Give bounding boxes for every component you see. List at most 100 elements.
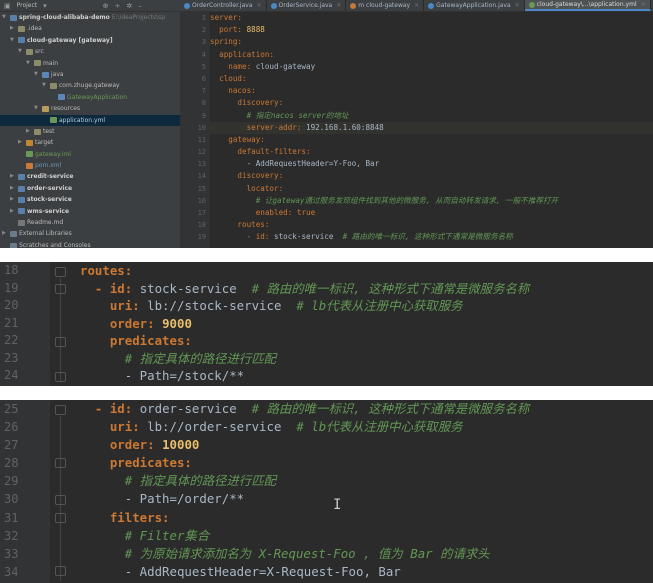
chevron-right-icon[interactable]: ▶ (18, 137, 24, 148)
tree-item[interactable]: ▼ cloud-gateway [gateway] (0, 35, 180, 46)
gear-icon[interactable]: ✲ (126, 2, 132, 10)
fold-marker[interactable] (55, 284, 66, 294)
editor-tab[interactable]: OrderController.java × (180, 0, 267, 11)
code-line[interactable]: gateway: (210, 134, 653, 146)
code-line[interactable]: routes: (80, 262, 653, 280)
code-editor[interactable]: - id: order-service # 路由的唯一标识, 这种形式下通常是微… (80, 400, 653, 581)
close-icon[interactable]: × (257, 2, 262, 9)
code-line[interactable]: predicates: (80, 454, 653, 472)
project-view-selector[interactable]: Project (17, 2, 38, 9)
close-icon[interactable]: × (336, 2, 341, 9)
code-line[interactable]: order: 10000 (80, 436, 653, 454)
tree-item[interactable]: ▼ main (0, 58, 180, 69)
tree-item[interactable]: ▼ resources (0, 103, 180, 114)
chevron-right-icon[interactable]: ▶ (10, 23, 16, 34)
tree-item[interactable]: ▶ target (0, 137, 180, 148)
close-icon[interactable]: × (515, 2, 520, 9)
chevron-down-icon[interactable]: ▼ (26, 58, 32, 69)
fold-marker[interactable] (55, 495, 66, 505)
fold-marker[interactable] (55, 405, 66, 415)
code-line[interactable]: spring: (210, 36, 653, 48)
tree-item[interactable]: ▼ src (0, 46, 180, 57)
code-line[interactable]: # Filter集合 (80, 527, 653, 545)
tree-item[interactable]: ▼ com.zhuge.gateway (0, 80, 180, 91)
tree-item[interactable]: ▶ order-service (0, 183, 180, 194)
tree-item[interactable]: Scratches and Consoles (0, 240, 180, 248)
editor-tab[interactable]: cloud-gateway\...\application.yml × (524, 0, 651, 11)
fold-marker[interactable] (55, 267, 66, 277)
code-line[interactable]: - id: stock-service # 路由的唯一标识, 这种形式下通常是微… (210, 231, 653, 243)
code-line[interactable]: # 指定nacos server的地址 (210, 110, 653, 122)
code-line[interactable]: routes: (210, 219, 653, 231)
code-line[interactable]: name: cloud-gateway (210, 61, 653, 73)
chevron-down-icon[interactable]: ▾ (43, 2, 47, 10)
code-line[interactable]: uri: lb://stock-service # lb代表从注册中心获取服务 (80, 297, 653, 315)
code-line[interactable]: discovery: (210, 97, 653, 109)
code-line[interactable]: uri: lb://order-service # lb代表从注册中心获取服务 (80, 418, 653, 436)
sync-icon[interactable]: ⊕ (103, 2, 109, 10)
code-line[interactable]: discovery: (210, 170, 653, 182)
code-line[interactable]: server-addr: 192.168.1.60:8848 (210, 121, 653, 134)
chevron-down-icon[interactable]: ▼ (2, 12, 8, 23)
code-line[interactable]: - id: order-service # 路由的唯一标识, 这种形式下通常是微… (80, 400, 653, 418)
chevron-down-icon[interactable]: ▼ (34, 69, 40, 80)
tree-item[interactable]: Readme.md (0, 217, 180, 228)
code-line[interactable]: enabled: true (210, 207, 653, 219)
editor-tab[interactable]: m cloud-gateway × (346, 0, 425, 11)
code-editor[interactable]: server: port: 8888 spring: application: n… (210, 12, 653, 248)
close-icon[interactable]: × (641, 1, 646, 8)
fold-marker[interactable] (55, 337, 66, 347)
chevron-right-icon[interactable]: ▶ (10, 183, 16, 194)
chevron-down-icon[interactable]: ▼ (34, 103, 40, 114)
fold-marker[interactable] (55, 458, 66, 468)
code-line[interactable]: default-filters: (210, 146, 653, 158)
code-line[interactable]: - AddRequestHeader=X-Request-Foo, Bar (80, 563, 653, 581)
editor-tab[interactable]: OrderService.java × (267, 0, 347, 11)
fold-marker[interactable] (55, 513, 66, 523)
hide-icon[interactable]: – (138, 2, 142, 10)
tree-item[interactable]: ▶ .idea (0, 23, 180, 34)
code-line[interactable]: cloud: (210, 73, 653, 85)
code-line[interactable]: locator: (210, 183, 653, 195)
chevron-right-icon[interactable]: ▶ (2, 228, 8, 239)
chevron-down-icon[interactable]: ▼ (42, 80, 48, 91)
tree-item[interactable]: ▶ test (0, 126, 180, 137)
chevron-down-icon[interactable]: ▼ (18, 46, 24, 57)
chevron-right-icon[interactable]: ▶ (26, 126, 32, 137)
tree-item[interactable]: ▶ credit-service (0, 171, 180, 182)
code-line[interactable]: filters: (80, 509, 653, 527)
tree-item[interactable]: ▼ spring-cloud-alibaba-demo E:\ideaProjec… (0, 12, 180, 23)
tree-item[interactable]: pom.xml (0, 160, 180, 171)
fold-marker[interactable] (55, 372, 66, 382)
tree-item[interactable]: ▼ java (0, 69, 180, 80)
code-editor[interactable]: routes: - id: stock-service # 路由的唯一标识, 这… (80, 262, 653, 385)
code-line[interactable]: nacos: (210, 85, 653, 97)
code-line[interactable]: # 让gateway通过服务发现组件找到其他的微服务, 从而自动转发请求, 一般… (210, 195, 653, 207)
code-line[interactable]: server: (210, 12, 653, 24)
collapse-icon[interactable]: ÷ (115, 2, 121, 10)
chevron-right-icon[interactable]: ▶ (10, 206, 16, 217)
code-line[interactable]: - id: stock-service # 路由的唯一标识, 这种形式下通常是微… (80, 280, 653, 298)
close-icon[interactable]: × (414, 2, 419, 9)
code-line[interactable]: application: (210, 49, 653, 61)
tree-item[interactable]: GatewayApplication (0, 92, 180, 103)
code-line[interactable]: port: 8888 (210, 24, 653, 36)
code-line[interactable]: - Path=/order/** (80, 490, 653, 508)
code-line[interactable]: - Path=/stock/** (80, 367, 653, 385)
code-line[interactable]: # 指定具体的路径进行匹配 (80, 472, 653, 490)
tree-item[interactable]: application.yml (0, 114, 180, 126)
code-line[interactable]: - AddRequestHeader=Y-Foo, Bar (210, 158, 653, 170)
tree-item[interactable]: ▶ wms-service (0, 206, 180, 217)
chevron-right-icon[interactable]: ▶ (10, 171, 16, 182)
chevron-right-icon[interactable]: ▶ (10, 194, 16, 205)
code-line[interactable]: predicates: (80, 332, 653, 350)
editor-tab[interactable]: GatewayApplication.java × (424, 0, 525, 11)
chevron-down-icon[interactable]: ▼ (10, 35, 16, 46)
code-line[interactable]: # 指定具体的路径进行匹配 (80, 350, 653, 368)
fold-marker[interactable] (55, 566, 66, 576)
tree-item[interactable]: ▶ External Libraries (0, 228, 180, 239)
tree-item[interactable]: ▶ stock-service (0, 194, 180, 205)
tree-item[interactable]: gateway.iml (0, 149, 180, 160)
code-line[interactable]: order: 9000 (80, 315, 653, 333)
code-line[interactable]: # 为原始请求添加名为 X-Request-Foo , 值为 Bar 的请求头 (80, 545, 653, 563)
